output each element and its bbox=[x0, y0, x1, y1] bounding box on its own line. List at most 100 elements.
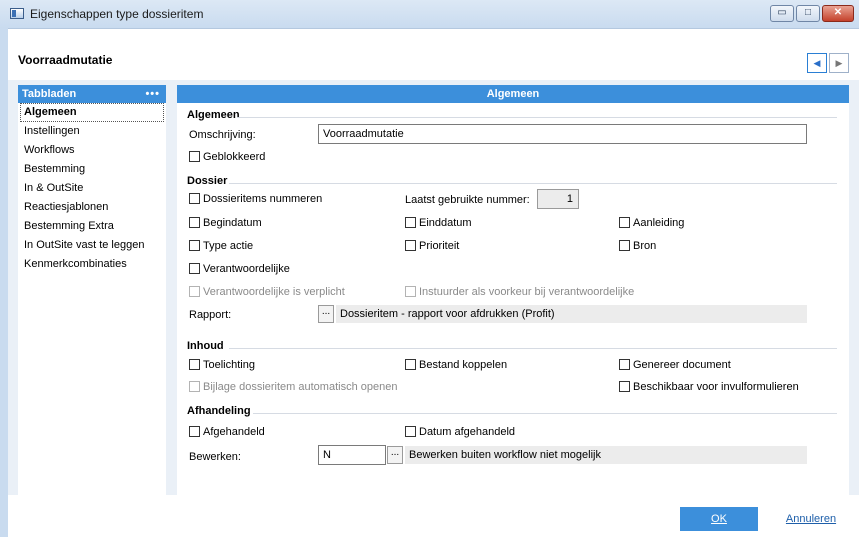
tabs-header-title: Tabbladen bbox=[22, 88, 77, 100]
checkbox-box bbox=[405, 286, 416, 297]
bestand-checkbox[interactable]: Bestand koppelen bbox=[405, 359, 507, 372]
verantwoordelijke-label: Verantwoordelijke bbox=[203, 263, 290, 275]
section-afhandeling: Afhandeling bbox=[187, 405, 251, 417]
rapport-label: Rapport: bbox=[189, 309, 232, 321]
previous-button[interactable]: ◀ bbox=[807, 53, 827, 73]
ok-button[interactable]: OK bbox=[680, 507, 758, 531]
section-inhoud: Inhoud bbox=[187, 340, 224, 352]
separator bbox=[253, 413, 837, 414]
laatst-nummer-label: Laatst gebruikte nummer: bbox=[405, 194, 530, 206]
bewerken-input[interactable]: N bbox=[318, 445, 386, 465]
tab-bestemming[interactable]: Bestemming bbox=[18, 160, 166, 179]
verplicht-checkbox: Verantwoordelijke is verplicht bbox=[189, 286, 345, 299]
checkbox-box bbox=[619, 217, 630, 228]
checkbox-box bbox=[189, 359, 200, 370]
datum-afgehandeld-checkbox[interactable]: Datum afgehandeld bbox=[405, 426, 515, 439]
title-bar: Eigenschappen type dossieritem ▭ □ ✕ bbox=[0, 0, 859, 29]
rapport-lookup-button[interactable]: ... bbox=[318, 305, 334, 323]
prioriteit-checkbox[interactable]: Prioriteit bbox=[405, 240, 459, 253]
window-title: Eigenschappen type dossieritem bbox=[30, 7, 204, 21]
checkbox-box bbox=[189, 381, 200, 392]
tab-in-outsite-vast[interactable]: In OutSite vast te leggen bbox=[18, 236, 166, 255]
tabs-panel: Tabbladen ••• Algemeen Instellingen Work… bbox=[18, 85, 166, 495]
cancel-button[interactable]: Annuleren bbox=[772, 507, 850, 531]
left-border bbox=[0, 28, 8, 537]
close-button[interactable]: ✕ bbox=[822, 5, 854, 22]
tab-instellingen[interactable]: Instellingen bbox=[18, 122, 166, 141]
tab-workflows[interactable]: Workflows bbox=[18, 141, 166, 160]
checkbox-box bbox=[189, 151, 200, 162]
nummeren-checkbox[interactable]: Dossieritems nummeren bbox=[189, 193, 322, 206]
bron-checkbox[interactable]: Bron bbox=[619, 240, 656, 253]
tabs-header: Tabbladen ••• bbox=[18, 85, 166, 103]
checkbox-box bbox=[619, 359, 630, 370]
checkbox-box bbox=[405, 217, 416, 228]
nummeren-label: Dossieritems nummeren bbox=[203, 193, 323, 205]
geblokkeerd-label: Geblokkeerd bbox=[203, 151, 266, 163]
main-panel: Algemeen Algemeen Omschrijving: Voorraad… bbox=[177, 85, 849, 495]
window-icon bbox=[10, 8, 24, 19]
beschikbaar-checkbox[interactable]: Beschikbaar voor invulformulieren bbox=[619, 381, 799, 394]
aanleiding-checkbox[interactable]: Aanleiding bbox=[619, 217, 684, 230]
genereer-label: Genereer document bbox=[633, 359, 731, 371]
main-header: Algemeen bbox=[177, 85, 849, 103]
toelichting-checkbox[interactable]: Toelichting bbox=[189, 359, 255, 372]
afgehandeld-label: Afgehandeld bbox=[203, 426, 265, 438]
checkbox-box bbox=[189, 426, 200, 437]
checkbox-box bbox=[189, 263, 200, 274]
tabs-menu-icon[interactable]: ••• bbox=[145, 85, 160, 103]
toelichting-label: Toelichting bbox=[203, 359, 255, 371]
section-dossier: Dossier bbox=[187, 175, 228, 187]
type-actie-checkbox[interactable]: Type actie bbox=[189, 240, 253, 253]
begindatum-label: Begindatum bbox=[203, 217, 262, 229]
checkbox-box bbox=[189, 286, 200, 297]
omschrijving-label: Omschrijving: bbox=[189, 129, 256, 141]
bron-label: Bron bbox=[633, 240, 657, 252]
tab-bestemming-extra[interactable]: Bestemming Extra bbox=[18, 217, 166, 236]
checkbox-box bbox=[405, 426, 416, 437]
bewerken-description: Bewerken buiten workflow niet mogelijk bbox=[405, 446, 807, 464]
verantwoordelijke-checkbox[interactable]: Verantwoordelijke bbox=[189, 263, 290, 276]
tab-in-outsite[interactable]: In & OutSite bbox=[18, 179, 166, 198]
bewerken-lookup-button[interactable]: ... bbox=[387, 446, 403, 464]
bijlage-label: Bijlage dossieritem automatisch openen bbox=[203, 381, 398, 393]
rapport-description: Dossieritem - rapport voor afdrukken (Pr… bbox=[336, 305, 807, 323]
einddatum-checkbox[interactable]: Einddatum bbox=[405, 217, 472, 230]
maximize-button[interactable]: □ bbox=[796, 5, 820, 22]
checkbox-box bbox=[189, 217, 200, 228]
page-title: Voorraadmutatie bbox=[18, 53, 113, 67]
separator bbox=[237, 117, 837, 118]
checkbox-box bbox=[189, 193, 200, 204]
checkbox-box bbox=[619, 240, 630, 251]
bijlage-checkbox: Bijlage dossieritem automatisch openen bbox=[189, 381, 397, 394]
bestand-label: Bestand koppelen bbox=[419, 359, 508, 371]
separator bbox=[229, 348, 837, 349]
afgehandeld-checkbox[interactable]: Afgehandeld bbox=[189, 426, 265, 439]
checkbox-box bbox=[405, 240, 416, 251]
begindatum-checkbox[interactable]: Begindatum bbox=[189, 217, 262, 230]
prioriteit-label: Prioriteit bbox=[419, 240, 460, 252]
separator bbox=[229, 183, 837, 184]
omschrijving-input[interactable]: Voorraadmutatie bbox=[318, 124, 807, 144]
checkbox-box bbox=[405, 359, 416, 370]
aanleiding-label: Aanleiding bbox=[633, 217, 685, 229]
instuurder-label: Instuurder als voorkeur bij verantwoorde… bbox=[419, 286, 635, 298]
tab-kenmerkcombinaties[interactable]: Kenmerkcombinaties bbox=[18, 255, 166, 274]
tab-algemeen[interactable]: Algemeen bbox=[20, 103, 164, 122]
tab-reactiesjablonen[interactable]: Reactiesjablonen bbox=[18, 198, 166, 217]
laatst-nummer-field: 1 bbox=[537, 189, 579, 209]
datum-afgehandeld-label: Datum afgehandeld bbox=[419, 426, 516, 438]
bewerken-label: Bewerken: bbox=[189, 451, 241, 463]
next-button[interactable]: ▶ bbox=[829, 53, 849, 73]
instuurder-checkbox: Instuurder als voorkeur bij verantwoorde… bbox=[405, 286, 634, 299]
einddatum-label: Einddatum bbox=[419, 217, 472, 229]
checkbox-box bbox=[619, 381, 630, 392]
section-algemeen: Algemeen bbox=[187, 109, 240, 121]
type-actie-label: Type actie bbox=[203, 240, 254, 252]
minimize-button[interactable]: ▭ bbox=[770, 5, 794, 22]
genereer-checkbox[interactable]: Genereer document bbox=[619, 359, 731, 372]
geblokkeerd-checkbox[interactable]: Geblokkeerd bbox=[189, 151, 265, 164]
beschikbaar-label: Beschikbaar voor invulformulieren bbox=[633, 381, 799, 393]
verplicht-label: Verantwoordelijke is verplicht bbox=[203, 286, 345, 298]
checkbox-box bbox=[189, 240, 200, 251]
